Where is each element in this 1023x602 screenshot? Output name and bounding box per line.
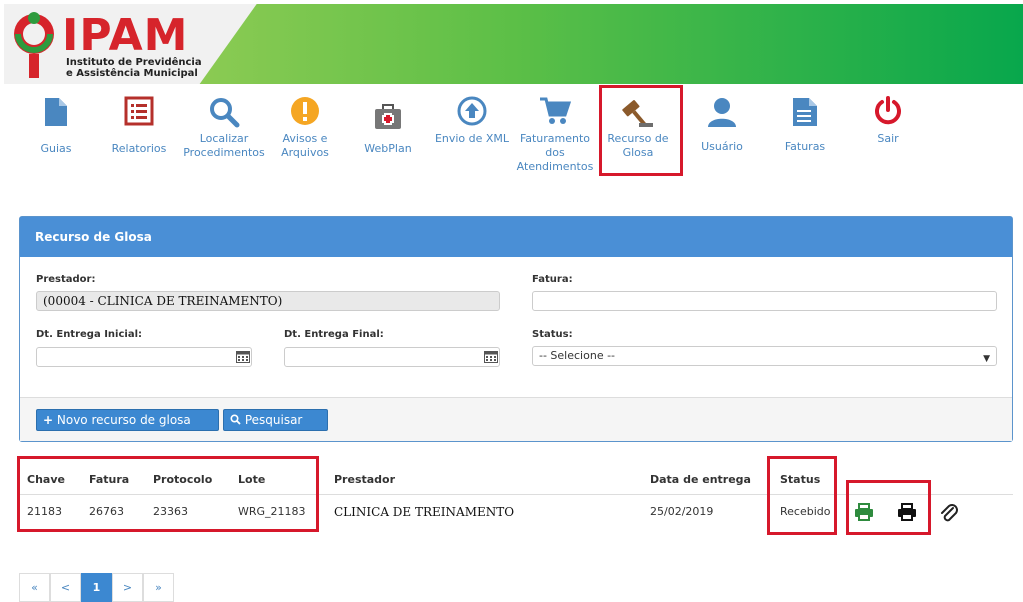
dt-entrega-inicial-label: Dt. Entrega Inicial:: [36, 329, 142, 340]
nav-item-relatorios[interactable]: Relatorios: [97, 96, 181, 156]
nav-label: Atendimentos: [516, 160, 594, 173]
nav-label: Guias: [40, 142, 72, 155]
nav-label: Avisos e: [282, 132, 328, 145]
search-icon: [230, 414, 241, 425]
cell-prestador: CLINICA DE TREINAMENTO: [334, 505, 515, 519]
power-icon: [875, 96, 901, 125]
dt-entrega-final-field[interactable]: [284, 347, 500, 367]
nav-item-usuario[interactable]: Usuário: [680, 96, 764, 154]
nav-label: Faturamento: [519, 132, 591, 145]
recurso-glosa-panel: Recurso de Glosa Prestador: (00004 - CLI…: [19, 216, 1013, 442]
search-icon: [210, 98, 240, 128]
nav-label: Sair: [877, 132, 899, 145]
nav-item-avisos-arquivos[interactable]: Avisos e Arquivos: [263, 96, 347, 160]
nav-label: Usuário: [701, 140, 743, 153]
dt-entrega-final-label: Dt. Entrega Final:: [284, 329, 384, 340]
chevron-down-icon: ▼: [983, 354, 990, 364]
header-banner: IPAM Instituto de Previdência e Assistên…: [4, 4, 1023, 84]
alert-icon: [291, 97, 319, 125]
report-list-icon: [124, 96, 154, 126]
user-icon: [708, 98, 736, 127]
logo-subtitle-line1: Instituto de Previdência: [66, 57, 202, 68]
calendar-icon[interactable]: [484, 350, 498, 363]
highlight-status-column: [767, 456, 837, 535]
highlight-print-actions: [846, 480, 931, 535]
first-aid-kit-icon: [375, 104, 401, 129]
dt-entrega-inicial-field[interactable]: [36, 347, 252, 367]
highlight-id-columns: [17, 456, 319, 532]
plus-icon: +: [43, 413, 54, 427]
ipam-logo-icon: [14, 12, 54, 78]
header-prestador: Prestador: [334, 473, 396, 486]
cart-icon: [540, 97, 571, 124]
pesquisar-button[interactable]: Pesquisar: [223, 409, 328, 431]
header-data-entrega: Data de entrega: [650, 473, 751, 486]
logo-subtitle: Instituto de Previdência e Assistência M…: [66, 57, 202, 79]
prestador-field[interactable]: (00004 - CLINICA DE TREINAMENTO): [36, 291, 500, 311]
logo-name: IPAM: [62, 10, 189, 61]
nav-label: Localizar: [199, 132, 249, 145]
highlight-recurso-glosa: [599, 85, 683, 176]
logo-subtitle-line2: e Assistência Municipal: [66, 68, 198, 79]
page-prev-button[interactable]: <: [50, 573, 81, 602]
nav-item-guias[interactable]: Guias: [14, 96, 98, 156]
nav-label: Envio de XML: [434, 132, 510, 145]
nav-label: Relatorios: [111, 142, 167, 155]
pesquisar-label: Pesquisar: [244, 413, 303, 427]
upload-icon: [457, 96, 487, 126]
panel-title: Recurso de Glosa: [20, 217, 1012, 257]
nav-item-webplan[interactable]: WebPlan: [346, 96, 430, 156]
nav-label: dos: [545, 146, 565, 159]
status-select[interactable]: -- Selecione -- ▼: [532, 346, 997, 366]
nav-label: Arquivos: [281, 146, 329, 159]
nav-label: WebPlan: [364, 142, 412, 155]
paperclip-icon[interactable]: [940, 502, 958, 524]
nav-item-localizar-procedimentos[interactable]: Localizar Procedimentos: [182, 96, 266, 160]
page-current-button[interactable]: 1: [81, 573, 112, 602]
document-icon: [45, 98, 67, 126]
cell-data-entrega: 25/02/2019: [650, 505, 714, 518]
status-select-value: -- Selecione --: [539, 349, 616, 362]
invoice-icon: [793, 98, 817, 126]
page-next-button[interactable]: >: [112, 573, 143, 602]
novo-recurso-label: Novo recurso de glosa: [56, 413, 191, 427]
fatura-label: Fatura:: [532, 274, 573, 285]
status-label: Status:: [532, 329, 573, 340]
nav-item-envio-xml[interactable]: Envio de XML: [430, 96, 514, 146]
nav-label: Faturas: [784, 140, 826, 153]
novo-recurso-button[interactable]: + Novo recurso de glosa: [36, 409, 219, 431]
calendar-icon[interactable]: [236, 350, 250, 363]
nav-item-sair[interactable]: Sair: [846, 96, 930, 146]
nav-label: Procedimentos: [183, 146, 265, 159]
nav-item-faturamento-atendimentos[interactable]: Faturamento dos Atendimentos: [513, 96, 597, 174]
page-first-button[interactable]: «: [19, 573, 50, 602]
page-last-button[interactable]: »: [143, 573, 174, 602]
fatura-field[interactable]: [532, 291, 997, 311]
panel-footer: + Novo recurso de glosa Pesquisar: [20, 397, 1012, 441]
prestador-label: Prestador:: [36, 274, 96, 285]
nav-item-faturas[interactable]: Faturas: [763, 96, 847, 154]
